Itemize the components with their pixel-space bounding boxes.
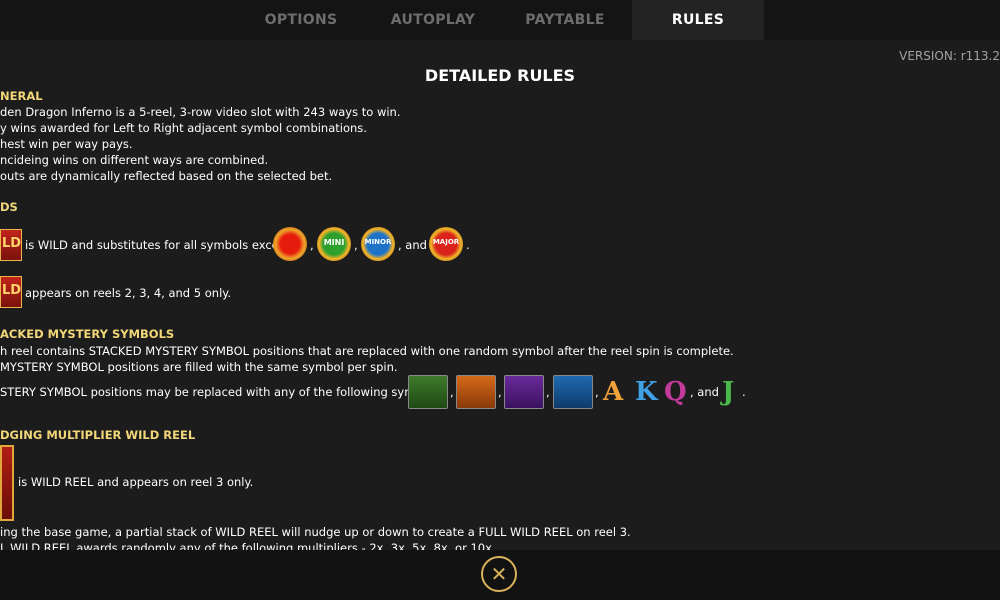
page-title: DETAILED RULES xyxy=(424,66,576,85)
tab-paytable[interactable]: PAYTABLE xyxy=(500,0,630,40)
gold-ingot-symbol-icon xyxy=(456,375,496,409)
letter-a-symbol: A xyxy=(603,377,624,407)
letter-j-symbol: J xyxy=(722,377,735,407)
version-label: VERSION: r113.2 xyxy=(899,49,1000,63)
mystery-line: MYSTERY SYMBOL positions are filled with… xyxy=(0,360,398,374)
wilds-heading: DS xyxy=(0,200,18,214)
wild-symbol-text: LD xyxy=(2,283,22,298)
letter-k-symbol: K xyxy=(635,377,658,407)
general-line: outs are dynamically reflected based on … xyxy=(0,169,333,183)
general-line: den Dragon Inferno is a 5-reel, 3-row vi… xyxy=(0,105,401,119)
minor-jackpot-icon: MINOR xyxy=(361,227,395,261)
wild-symbol-text: LD xyxy=(2,236,22,251)
close-icon: ✕ xyxy=(490,562,508,586)
grand-jackpot-icon xyxy=(273,227,307,261)
mystery-line-3: STERY SYMBOL positions may be replaced w… xyxy=(0,385,443,399)
separator: , xyxy=(450,385,454,399)
major-medal-label: MAJOR xyxy=(432,238,460,246)
major-jackpot-icon: MAJOR xyxy=(429,227,463,261)
blue-toad-symbol-icon xyxy=(553,375,593,409)
tab-rules[interactable]: RULES xyxy=(632,0,764,40)
separator: , xyxy=(310,238,314,252)
tab-bar: OPTIONS AUTOPLAY PAYTABLE RULES xyxy=(0,0,1000,40)
wild-symbol-icon: LD xyxy=(0,276,22,308)
nudge-heading: DGING MULTIPLIER WILD REEL xyxy=(0,428,196,442)
tab-options[interactable]: OPTIONS xyxy=(236,0,366,40)
and-text: , and xyxy=(398,238,427,252)
mystery-line: h reel contains STACKED MYSTERY SYMBOL p… xyxy=(0,344,734,358)
general-line: y wins awarded for Left to Right adjacen… xyxy=(0,121,367,135)
mini-medal-label: MINI xyxy=(323,238,345,247)
nudge-line: ing the base game, a partial stack of WI… xyxy=(0,525,631,539)
and-text: , and xyxy=(690,385,719,399)
purple-treasure-symbol-icon xyxy=(504,375,544,409)
wild-reel-icon xyxy=(0,445,14,521)
separator: , xyxy=(354,238,358,252)
general-heading: NERAL xyxy=(0,89,43,103)
wild-symbol-icon: LD xyxy=(0,229,22,261)
general-line: ncideing wins on different ways are comb… xyxy=(0,153,269,167)
wilds-line-2: appears on reels 2, 3, 4, and 5 only. xyxy=(25,286,232,300)
wilds-line-1: is WILD and substitutes for all symbols … xyxy=(25,238,291,252)
minor-medal-label: MINOR xyxy=(364,238,392,246)
mystery-heading: ACKED MYSTERY SYMBOLS xyxy=(0,327,175,341)
green-buddha-symbol-icon xyxy=(408,375,448,409)
mini-jackpot-icon: MINI xyxy=(317,227,351,261)
wild-reel-text: is WILD REEL and appears on reel 3 only. xyxy=(18,475,254,489)
period: . xyxy=(742,385,746,399)
separator: , xyxy=(546,385,550,399)
separator: , xyxy=(498,385,502,399)
close-button[interactable]: ✕ xyxy=(481,556,517,592)
general-line: hest win per way pays. xyxy=(0,137,133,151)
letter-q-symbol: Q xyxy=(664,377,687,407)
separator: , xyxy=(595,385,599,399)
period: . xyxy=(466,238,470,252)
tab-autoplay[interactable]: AUTOPLAY xyxy=(368,0,498,40)
